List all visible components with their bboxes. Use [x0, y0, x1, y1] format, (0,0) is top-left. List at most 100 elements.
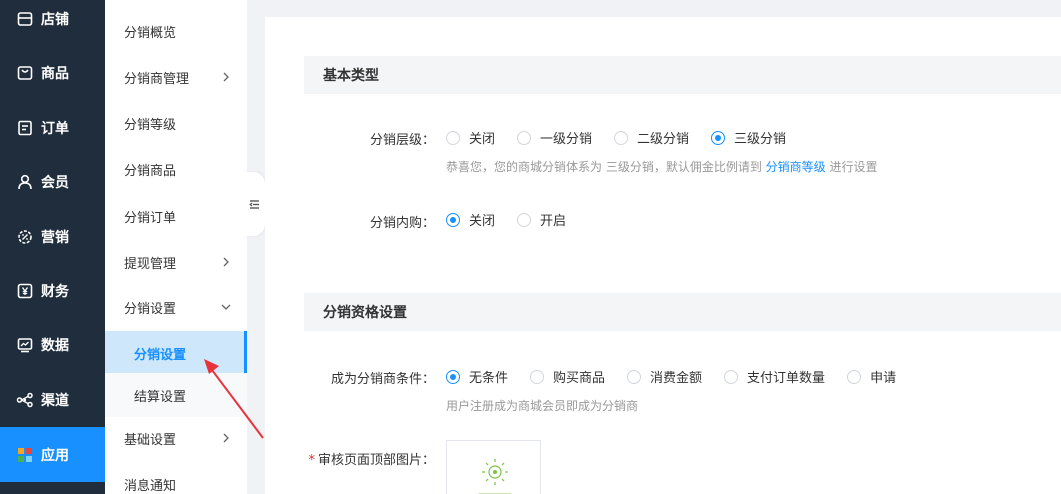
nav-item-label: 渠道 [41, 392, 69, 409]
distribution-level-label: 分销层级： [369, 133, 435, 148]
nav-item-label: 会员 [41, 174, 69, 191]
annotation-arrow [204, 359, 264, 439]
primary-sidebar: 店铺 商品 订单 会员 营销 财务 数据 渠道 应用 [0, 0, 105, 494]
yuan-icon [16, 282, 34, 300]
submenu-withdrawal-management[interactable]: 提现管理 [105, 240, 247, 284]
submenu-label: 分销订单 [124, 210, 177, 226]
store-icon [16, 10, 34, 28]
submenu-label: 分销概览 [124, 25, 177, 41]
share-icon [16, 391, 34, 409]
radio-label: 关闭 [469, 132, 496, 147]
radio-label: 申请 [870, 371, 897, 386]
bag-icon [16, 64, 34, 82]
nav-item-store[interactable]: 店铺 [0, 0, 105, 46]
nav-item-label: 商品 [41, 65, 69, 82]
submenu-label: 分销商品 [124, 163, 177, 179]
nav-item-label: 数据 [41, 337, 69, 354]
distribution-level-hint: 恭喜您，您的商城分销体系为 三级分销，默认佣金比例请到 分销商等级 进行设置 [446, 158, 878, 175]
nav-item-label: 店铺 [41, 11, 69, 28]
radio-label: 开启 [540, 214, 567, 229]
nav-item-label: 营销 [41, 229, 69, 246]
radio-circle[interactable] [847, 369, 862, 384]
settings-panel: 基本类型 分销层级： 关闭 一级分销 二级分销 三级分销 恭喜您，您的商城分销体… [265, 17, 1061, 494]
nav-item-data[interactable]: 数据 [0, 317, 105, 372]
order-icon [16, 119, 34, 137]
internal-purchase-radio-group: 关闭 开启 [446, 210, 588, 229]
hint-text: 进行设置 [829, 160, 878, 174]
radio-level-two[interactable]: 二级分销 [614, 128, 689, 147]
radio-level-off[interactable]: 关闭 [446, 128, 495, 147]
radio-level-one[interactable]: 一级分销 [517, 128, 592, 147]
radio-label: 关闭 [469, 214, 496, 229]
nav-item-label: 财务 [41, 283, 69, 300]
nav-item-channels[interactable]: 渠道 [0, 372, 105, 427]
section-title-qualification: 分销资格设置 [304, 293, 1061, 331]
header-image-upload[interactable] [446, 440, 541, 494]
nav-item-label: 应用 [41, 447, 69, 464]
condition-radio-group: 无条件 购买商品 消费金额 支付订单数量 申请 [446, 367, 918, 386]
submenu-label: 分销设置 [134, 347, 187, 363]
radio-condition-purchase[interactable]: 购买商品 [530, 367, 605, 386]
submenu-distributor-management[interactable]: 分销商管理 [105, 55, 247, 99]
submenu-distribution-products[interactable]: 分销商品 [105, 147, 247, 191]
nav-item-goods[interactable]: 商品 [0, 45, 105, 100]
collapse-menu-icon [248, 199, 259, 209]
radio-circle[interactable] [517, 212, 532, 227]
header-image-label: * 审核页面顶部图片： [275, 449, 435, 468]
section-title-basic-type: 基本类型 [304, 56, 1061, 94]
radio-circle[interactable] [614, 130, 629, 145]
radio-circle[interactable] [627, 369, 642, 384]
nav-item-orders[interactable]: 订单 [0, 100, 105, 155]
submenu-distribution-levels[interactable]: 分销等级 [105, 101, 247, 145]
sidebar-collapse-toggle[interactable] [243, 172, 265, 236]
chevron-down-icon [221, 304, 231, 310]
submenu-label: 分销设置 [124, 301, 177, 317]
label-text: 审核页面顶部图片： [317, 453, 435, 468]
submenu-distribution-settings-group[interactable]: 分销设置 [105, 285, 247, 329]
radio-circle[interactable] [711, 130, 726, 145]
chevron-right-icon [223, 257, 229, 267]
radio-purchase-off[interactable]: 关闭 [446, 210, 495, 229]
radio-level-three[interactable]: 三级分销 [711, 128, 786, 147]
radio-condition-none[interactable]: 无条件 [446, 367, 508, 386]
radio-condition-apply[interactable]: 申请 [847, 367, 896, 386]
submenu-message-notifications[interactable]: 消息通知 [105, 462, 247, 494]
nav-item-members[interactable]: 会员 [0, 154, 105, 209]
submenu-distribution-overview[interactable]: 分销概览 [105, 9, 247, 53]
hint-text: 恭喜您，您的商城分销体系为 三级分销，默认佣金比例请到 [446, 160, 762, 174]
submenu-label: 分销等级 [124, 117, 177, 133]
radio-label: 支付订单数量 [747, 371, 826, 386]
radio-circle[interactable] [446, 212, 460, 227]
submenu-label: 提现管理 [124, 256, 177, 272]
radio-circle[interactable] [517, 130, 532, 145]
radio-circle[interactable] [724, 369, 739, 384]
radio-label: 一级分销 [540, 132, 593, 147]
submenu-label: 基础设置 [124, 432, 177, 448]
chevron-right-icon [223, 72, 229, 82]
apps-icon [16, 446, 34, 464]
radio-purchase-on[interactable]: 开启 [517, 210, 566, 229]
distributor-level-link[interactable]: 分销商等级 [766, 160, 826, 174]
required-mark: * [308, 453, 315, 468]
nav-item-marketing[interactable]: 营销 [0, 209, 105, 264]
radio-circle[interactable] [446, 369, 460, 384]
chart-icon [16, 336, 34, 354]
radio-condition-order-count[interactable]: 支付订单数量 [724, 367, 825, 386]
submenu-distribution-orders[interactable]: 分销订单 [105, 194, 247, 238]
radio-label: 三级分销 [734, 132, 787, 147]
nav-item-apps[interactable]: 应用 [0, 427, 105, 482]
nav-item-finance[interactable]: 财务 [0, 263, 105, 318]
condition-hint: 用户注册成为商城会员即成为分销商 [446, 399, 639, 413]
marketing-icon [16, 228, 34, 246]
radio-label: 无条件 [469, 371, 509, 386]
submenu-label: 分销商管理 [124, 71, 190, 87]
radio-circle[interactable] [446, 130, 460, 145]
become-distributor-condition-label: 成为分销商条件： [330, 372, 435, 387]
radio-circle[interactable] [530, 369, 545, 384]
radio-condition-spending[interactable]: 消费金额 [627, 367, 702, 386]
internal-purchase-label: 分销内购： [369, 216, 435, 231]
distribution-level-radio-group: 关闭 一级分销 二级分销 三级分销 [446, 128, 808, 147]
user-icon [16, 173, 34, 191]
image-placeholder-icon [477, 459, 513, 494]
radio-label: 消费金额 [650, 371, 703, 386]
